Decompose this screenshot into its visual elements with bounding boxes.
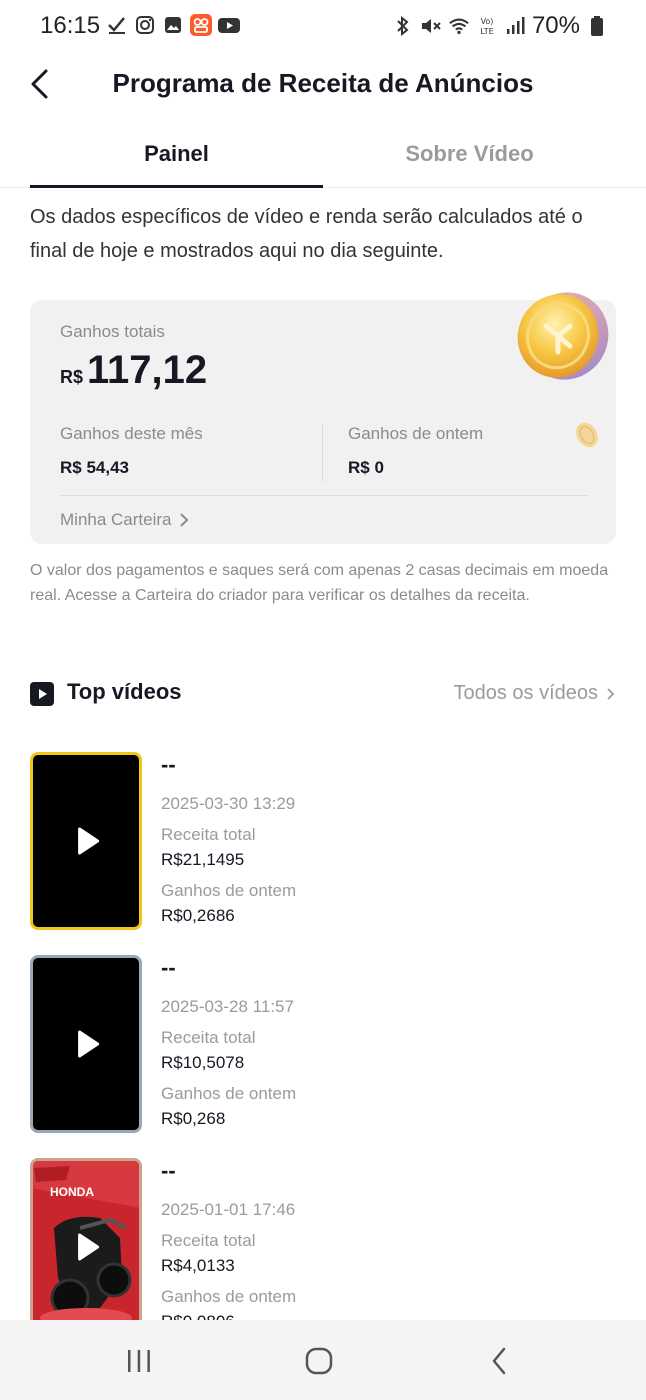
video-list-item[interactable]: -- 2025-03-28 11:57 Receita total R$10,5… [30,955,616,1135]
video-thumbnail[interactable] [30,752,142,930]
earnings-card: Ganhos totais R$ 117,12 Ganhos deste mês… [30,292,616,544]
play-icon [78,1030,100,1058]
page-title: Programa de Receita de Anúncios [112,68,534,98]
play-icon [78,827,100,855]
yesterday-earnings-value: R$0,268 [161,1109,226,1128]
currency-symbol: R$ [60,367,84,387]
bluetooth-icon [392,15,414,37]
play-icon [78,1233,100,1261]
active-tab-indicator [30,185,323,188]
volte-icon: Vo) LTE [476,15,498,37]
video-list-item[interactable]: -- 2025-03-30 13:29 Receita total R$21,1… [30,752,616,932]
honda-logo-text: HONDA [50,1185,94,1199]
system-back-button[interactable] [480,1344,520,1378]
yesterday-earnings-value: R$0,2686 [161,906,235,925]
total-earnings-label: Ganhos totais [60,322,165,341]
chevron-right-icon [607,687,615,700]
divider [322,424,323,482]
month-earnings-label: Ganhos deste mês [60,424,203,443]
divider [60,495,588,496]
top-videos-header: Top vídeos Todos os vídeos [30,676,616,716]
video-date: 2025-03-30 13:29 [161,794,296,813]
total-revenue-label: Receita total [161,825,256,844]
yesterday-earnings-value: R$ 0 [348,458,384,477]
gallery-icon [162,14,184,36]
recent-apps-button[interactable] [119,1344,159,1378]
video-date: 2025-01-01 17:46 [161,1200,296,1219]
video-title: -- [161,1158,176,1183]
instagram-icon [134,14,156,36]
app-header: Programa de Receita de Anúncios [0,52,646,116]
yesterday-earnings-label: Ganhos de ontem [161,1287,297,1306]
status-time: 16:15 [40,12,101,39]
chevron-right-icon [179,513,188,527]
tab-sobre-video[interactable]: Sobre Vídeo [323,128,616,188]
mute-icon [420,15,442,37]
payout-disclaimer: O valor dos pagamentos e saques será com… [30,562,609,604]
kwai-app-icon [190,14,212,36]
battery-percentage: 70% [531,12,580,39]
top-videos-title: Top vídeos [67,679,182,704]
video-thumbnail[interactable] [30,955,142,1133]
all-videos-label: Todos os vídeos [453,682,598,704]
svg-text:LTE: LTE [480,27,493,36]
my-wallet-link[interactable]: Minha Carteira [60,510,190,530]
all-videos-link[interactable]: Todos os vídeos [453,682,616,705]
video-date: 2025-03-28 11:57 [161,997,294,1016]
system-status-icons: Vo) LTE 70% [392,12,608,40]
video-play-icon [30,682,54,706]
notification-icons [106,14,240,36]
yesterday-earnings-label: Ganhos de ontem [348,424,484,443]
back-arrow-icon [492,1347,506,1375]
coin-icon [508,284,612,388]
small-coin-icon [572,420,602,450]
video-title: -- [161,752,176,777]
status-bar: 16:15 Vo) LTE 70% [0,0,646,52]
total-earnings-amount: R$ 117,12 [60,348,207,393]
yesterday-earnings-label: Ganhos de ontem [161,881,297,900]
svg-text:Vo): Vo) [481,17,494,26]
recent-apps-icon [128,1350,150,1372]
info-notice: Os dados específicos de vídeo e renda se… [30,206,583,262]
tab-bar: Painel Sobre Vídeo [0,128,646,188]
total-revenue-label: Receita total [161,1028,256,1047]
video-title: -- [161,955,176,980]
total-earnings-value: 117,12 [87,348,208,392]
video-list-item[interactable]: HONDA -- 2025-01-01 17:46 Receita total … [30,1158,616,1338]
total-revenue-value: R$21,1495 [161,850,245,869]
home-icon [305,1347,333,1375]
system-navigation-bar [0,1320,646,1400]
home-button[interactable] [299,1344,339,1378]
video-thumbnail[interactable]: HONDA [30,1158,142,1336]
my-wallet-label: Minha Carteira [60,510,172,529]
total-revenue-label: Receita total [161,1231,256,1250]
battery-icon [586,15,608,37]
month-earnings-value: R$ 54,43 [60,458,129,477]
checkmark-download-icon [106,14,128,36]
youtube-icon [218,14,240,36]
tab-painel[interactable]: Painel [30,128,323,188]
total-revenue-value: R$4,0133 [161,1256,235,1275]
wifi-icon [448,15,470,37]
signal-icon [504,15,526,37]
total-revenue-value: R$10,5078 [161,1053,245,1072]
yesterday-earnings-label: Ganhos de ontem [161,1084,297,1103]
